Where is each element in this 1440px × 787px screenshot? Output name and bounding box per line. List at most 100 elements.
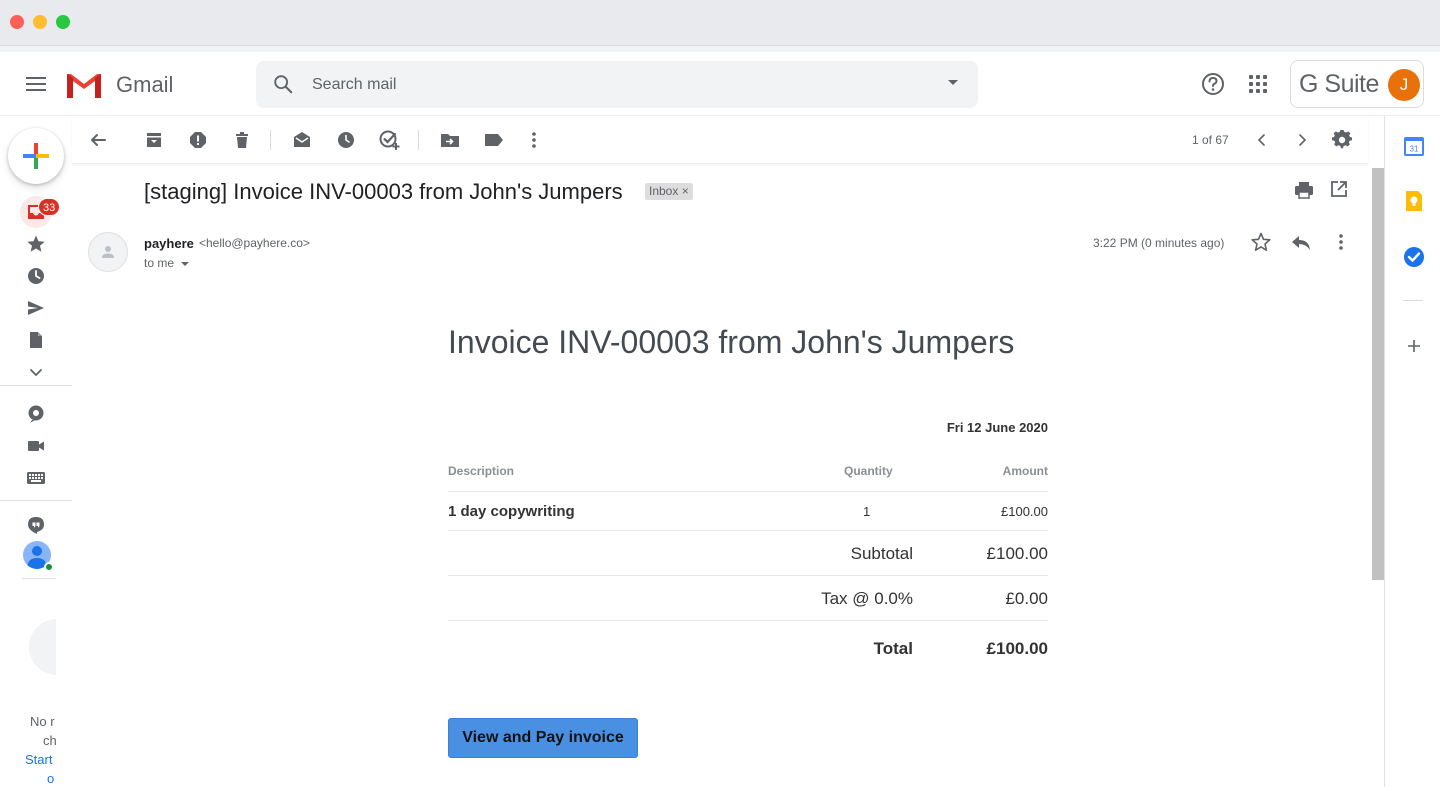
sent-icon[interactable]: [24, 296, 48, 320]
more-labels-chevron-icon[interactable]: [24, 360, 48, 384]
labels-button[interactable]: [482, 128, 506, 152]
start-chat-link[interactable]: Start: [25, 752, 52, 767]
get-addons-plus-icon[interactable]: [1403, 335, 1425, 357]
window-close-button[interactable]: [10, 15, 24, 29]
total-value: £100.00: [986, 639, 1048, 658]
label-icon: [485, 134, 503, 146]
sender-email: <hello@payhere.co>: [199, 236, 310, 250]
search-input[interactable]: [312, 61, 912, 108]
settings-button[interactable]: [1330, 128, 1354, 152]
more-actions-button[interactable]: [522, 128, 546, 152]
snoozed-icon[interactable]: [24, 264, 48, 288]
account-avatar[interactable]: J: [1388, 69, 1420, 101]
drafts-icon[interactable]: [24, 328, 48, 352]
gmail-header: Gmail G Suite J: [0, 52, 1440, 116]
report-spam-button[interactable]: [186, 128, 210, 152]
show-details-icon[interactable]: [181, 262, 189, 266]
inbox-unread-badge: 33: [38, 198, 61, 216]
arrow-back-icon: [91, 134, 106, 146]
search-icon[interactable]: [272, 73, 294, 95]
message-toolbar: 1 of 67: [72, 116, 1368, 164]
delete-button[interactable]: [230, 128, 254, 152]
back-button[interactable]: [86, 128, 110, 152]
gmail-m-icon: [65, 71, 103, 99]
star-outline-icon: [1251, 232, 1271, 251]
recipient-summary: to me: [144, 256, 175, 270]
gmail-logo[interactable]: [64, 70, 104, 105]
line-item-amount: £100.00: [1001, 504, 1048, 519]
main-menu-button[interactable]: [20, 68, 52, 100]
side-panel: 31: [1384, 116, 1440, 787]
scrollbar-thumb[interactable]: [1372, 168, 1384, 580]
invoice-title: Invoice INV-00003 from John's Jumpers: [448, 324, 1015, 360]
toolbar-separator: [418, 130, 419, 150]
message-more-button[interactable]: [1330, 231, 1352, 258]
nav-divider: [0, 500, 72, 501]
window-minimize-button[interactable]: [33, 15, 47, 29]
hangouts-icon[interactable]: [24, 513, 48, 537]
subtotal-value: £100.00: [986, 544, 1048, 563]
left-nav-rail: 33 No r ch Start o: [0, 116, 72, 787]
newer-button[interactable]: [1250, 128, 1274, 152]
sender-name[interactable]: payhere: [144, 236, 194, 251]
archive-icon: [147, 133, 161, 147]
compose-button[interactable]: [8, 128, 64, 184]
add-task-icon: [379, 130, 400, 150]
more-vert-icon: [532, 132, 536, 148]
account-switcher[interactable]: G Suite J: [1290, 60, 1424, 108]
keep-icon[interactable]: [1403, 190, 1425, 212]
toolbar-separator: [270, 130, 271, 150]
chevron-left-icon: [1257, 134, 1265, 146]
side-panel-divider: [1403, 300, 1423, 301]
move-to-folder-icon: [441, 134, 459, 147]
chat-empty-text: No r: [30, 714, 55, 729]
window-titlebar: [0, 0, 1440, 46]
start-chat-link[interactable]: o: [47, 771, 54, 786]
help-icon: [1202, 73, 1224, 95]
table-divider: [448, 575, 1048, 576]
sender-avatar[interactable]: [88, 232, 128, 272]
view-and-pay-invoice-button[interactable]: View and Pay invoice: [448, 718, 638, 758]
window-maximize-button[interactable]: [56, 15, 70, 29]
new-meeting-icon[interactable]: [24, 402, 48, 426]
inbox-label-chip[interactable]: Inbox ×: [645, 183, 693, 200]
support-button[interactable]: [1199, 70, 1227, 103]
archive-button[interactable]: [142, 128, 166, 152]
search-bar[interactable]: [256, 61, 978, 108]
gsuite-logo: G Suite: [1299, 70, 1379, 98]
nav-divider: [0, 385, 72, 386]
gmail-wordmark: Gmail: [116, 72, 174, 97]
google-apps-button[interactable]: [1246, 72, 1270, 101]
open-in-new-window-button[interactable]: [1330, 180, 1348, 203]
mark-unread-button[interactable]: [290, 128, 314, 152]
print-icon: [1295, 182, 1313, 199]
add-to-tasks-button[interactable]: [378, 128, 402, 152]
table-divider: [448, 530, 1048, 531]
print-all-button[interactable]: [1294, 180, 1314, 205]
apps-grid-icon: [1249, 75, 1267, 93]
chat-empty-text: ch: [43, 733, 56, 748]
reply-button[interactable]: [1290, 231, 1312, 258]
message-view: 1 of 67 [staging] Invoice INV-00003 from…: [72, 116, 1384, 787]
snooze-button[interactable]: [334, 128, 358, 152]
invoice-date: Fri 12 June 2020: [946, 420, 1048, 435]
move-to-button[interactable]: [438, 128, 462, 152]
calendar-icon[interactable]: 31: [1403, 135, 1425, 157]
column-header-quantity: Quantity: [844, 464, 893, 478]
open-new-window-icon: [1331, 181, 1347, 197]
older-button[interactable]: [1290, 128, 1314, 152]
compose-plus-icon: [23, 143, 49, 169]
starred-icon[interactable]: [24, 232, 48, 256]
search-options-icon[interactable]: [948, 80, 958, 85]
video-camera-icon[interactable]: [24, 434, 48, 458]
gear-icon: [1332, 130, 1352, 149]
tasks-icon[interactable]: [1403, 246, 1425, 268]
clock-icon: [338, 132, 354, 148]
message-timestamp: 3:22 PM (0 minutes ago): [1093, 236, 1225, 250]
column-header-amount: Amount: [1002, 464, 1048, 478]
star-button[interactable]: [1250, 231, 1272, 258]
tax-value: £0.00: [1005, 589, 1048, 608]
keyboard-icon[interactable]: [24, 466, 48, 490]
svg-text:31: 31: [1410, 145, 1419, 154]
empty-chat-illustration: [29, 619, 56, 675]
